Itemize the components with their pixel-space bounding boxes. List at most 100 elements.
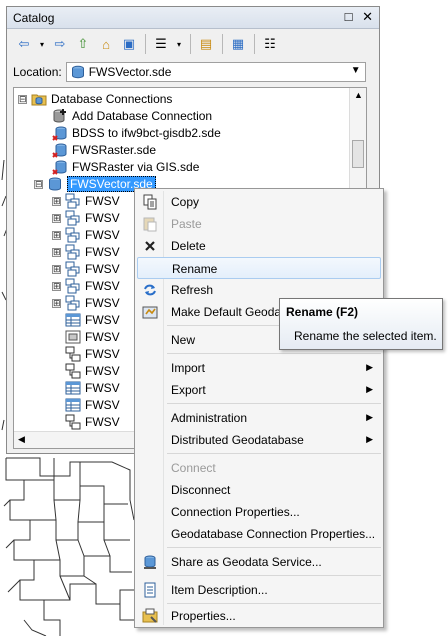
tree-item-label: FWSV: [85, 398, 120, 412]
feature-dataset-icon: [65, 193, 80, 209]
up-one-level-icon[interactable]: ⇧: [72, 33, 94, 55]
tree-item-label: FWSRaster via GIS.sde: [72, 160, 200, 174]
expand-icon[interactable]: ⊞: [52, 298, 61, 308]
view-dropdown-icon[interactable]: ▾: [173, 33, 185, 55]
tree-item-feature-dataset[interactable]: ⊞ FWSV: [52, 192, 120, 210]
tree-item-relationship-class[interactable]: FWSV: [65, 413, 120, 431]
menu-item-item-description[interactable]: Item Description...: [137, 579, 381, 601]
menu-item-geodatabase-connection-properties[interactable]: Geodatabase Connection Properties...: [137, 523, 381, 545]
menu-item-copy[interactable]: Copy: [137, 191, 381, 213]
tree-item-add-connection[interactable]: Add Database Connection: [52, 107, 212, 125]
toggle-contents-icon[interactable]: ▣: [118, 33, 140, 55]
menu-item-label: Refresh: [171, 283, 214, 297]
tree-item-fwsraster-gis[interactable]: FWSRaster via GIS.sde: [52, 158, 199, 176]
menu-item-share-geodata-service[interactable]: Share as Geodata Service...: [137, 551, 381, 573]
menu-item-distributed-geodatabase[interactable]: Distributed Geodatabase ▶: [137, 429, 381, 451]
menu-item-administration[interactable]: Administration ▶: [137, 407, 381, 429]
close-icon[interactable]: ✕: [362, 9, 373, 24]
tree-item-relationship-class[interactable]: FWSV: [65, 362, 120, 380]
menu-separator: [167, 353, 381, 354]
tree-item-label: FWSRaster.sde: [72, 143, 157, 157]
feature-dataset-icon: [65, 227, 80, 243]
window-buttons: □ ✕: [339, 9, 373, 25]
table-icon: [65, 381, 81, 395]
menu-separator: [167, 403, 381, 404]
tree-item-label: FWSV: [85, 313, 120, 327]
menu-item-properties[interactable]: Properties...: [137, 605, 381, 627]
scroll-thumb[interactable]: [352, 140, 364, 168]
tree-item-label: Database Connections: [51, 92, 173, 106]
tree-item-relationship-class[interactable]: FWSV: [65, 345, 120, 363]
expand-icon[interactable]: ⊞: [52, 247, 61, 257]
share-service-icon: [144, 555, 156, 569]
tree-item-label: FWSV: [85, 330, 120, 344]
table-icon: [65, 398, 81, 412]
forward-icon[interactable]: ⇨: [49, 33, 71, 55]
menu-separator: [167, 547, 381, 548]
tree-item-feature-dataset[interactable]: ⊞ FWSV: [52, 260, 120, 278]
menu-item-rename[interactable]: Rename: [137, 257, 381, 279]
expand-icon[interactable]: ⊞: [52, 281, 61, 291]
relationship-class-icon: [65, 414, 81, 430]
menu-item-connect[interactable]: Connect: [137, 457, 381, 479]
home-icon[interactable]: ⌂: [95, 33, 117, 55]
collapse-icon[interactable]: ⊟: [18, 94, 27, 104]
properties-icon: [142, 608, 158, 623]
tree-item-feature-dataset[interactable]: ⊞ FWSV: [52, 243, 120, 261]
tree-item-label: FWSV: [85, 279, 120, 293]
submenu-arrow-icon: ▶: [366, 384, 373, 394]
tree-item-label: FWSV: [85, 245, 120, 259]
menu-item-disconnect[interactable]: Disconnect: [137, 479, 381, 501]
tree-item-feature-dataset[interactable]: ⊞ FWSV: [52, 226, 120, 244]
expand-icon[interactable]: ⊞: [52, 264, 61, 274]
options-icon[interactable]: ☷: [259, 33, 281, 55]
location-combobox[interactable]: FWSVector.sde ▼: [65, 62, 366, 82]
tree-item-feature-dataset[interactable]: ⊞ FWSV: [52, 294, 120, 312]
menu-item-label: Share as Geodata Service...: [171, 555, 322, 569]
tree-item-feature-dataset[interactable]: ⊞ FWSV: [52, 277, 120, 295]
submenu-arrow-icon: ▶: [366, 412, 373, 422]
menu-item-import[interactable]: Import ▶: [137, 357, 381, 379]
view-list-icon[interactable]: ☰: [150, 33, 172, 55]
tree-item-label: FWSV: [85, 347, 120, 361]
restore-icon[interactable]: □: [345, 9, 353, 24]
menu-separator: [167, 453, 381, 454]
tree-item-table[interactable]: FWSV: [65, 396, 120, 414]
collapse-icon[interactable]: ⊟: [34, 179, 43, 189]
tree-item-label: FWSV: [85, 415, 120, 429]
expand-icon[interactable]: ⊞: [52, 196, 61, 206]
scroll-up-icon[interactable]: ▲: [354, 90, 363, 100]
chevron-down-icon[interactable]: ▼: [351, 65, 361, 76]
menu-item-delete[interactable]: Delete: [137, 235, 381, 257]
expand-icon[interactable]: ⊞: [52, 213, 61, 223]
menu-item-label: Import: [171, 361, 206, 375]
tree-item-table[interactable]: FWSV: [65, 311, 120, 329]
scroll-left-icon[interactable]: ◀: [18, 434, 25, 445]
tree-item-database-connections[interactable]: ⊟ Database Connections: [18, 90, 172, 108]
connect-folder-icon[interactable]: ▤: [195, 33, 217, 55]
menu-item-connection-properties[interactable]: Connection Properties...: [137, 501, 381, 523]
tree-item-fwsraster[interactable]: FWSRaster.sde: [52, 141, 156, 159]
menu-item-export[interactable]: Export ▶: [137, 379, 381, 401]
tree-item-feature-dataset[interactable]: ⊞ FWSV: [52, 209, 120, 227]
tree-item-label: FWSV: [85, 228, 120, 242]
context-menu: Copy Paste Delete Rename Refresh Make De…: [134, 188, 384, 628]
tree-item-label: BDSS to ifw9bct-gisdb2.sde: [72, 126, 221, 140]
back-dropdown-icon[interactable]: ▾: [36, 33, 48, 55]
back-icon[interactable]: ⇦: [13, 33, 35, 55]
tree-item-bdss-connection[interactable]: BDSS to ifw9bct-gisdb2.sde: [52, 124, 221, 142]
raster-icon: [65, 330, 81, 344]
tree-item-label: Add Database Connection: [72, 109, 213, 123]
tree-item-raster[interactable]: FWSV: [65, 328, 120, 346]
disconnect-folder-icon[interactable]: ▦: [227, 33, 249, 55]
tooltip-title: Rename (F2): [286, 305, 359, 319]
menu-item-label: Delete: [171, 239, 206, 253]
tree-item-table[interactable]: FWSV: [65, 379, 120, 397]
catalog-title: Catalog: [13, 11, 55, 25]
toolbar-separator: [190, 34, 191, 54]
menu-item-paste[interactable]: Paste: [137, 213, 381, 235]
menu-item-label: Disconnect: [171, 483, 231, 497]
expand-icon[interactable]: ⊞: [52, 230, 61, 240]
toolbar-separator: [222, 34, 223, 54]
location-value: FWSVector.sde: [88, 65, 172, 79]
